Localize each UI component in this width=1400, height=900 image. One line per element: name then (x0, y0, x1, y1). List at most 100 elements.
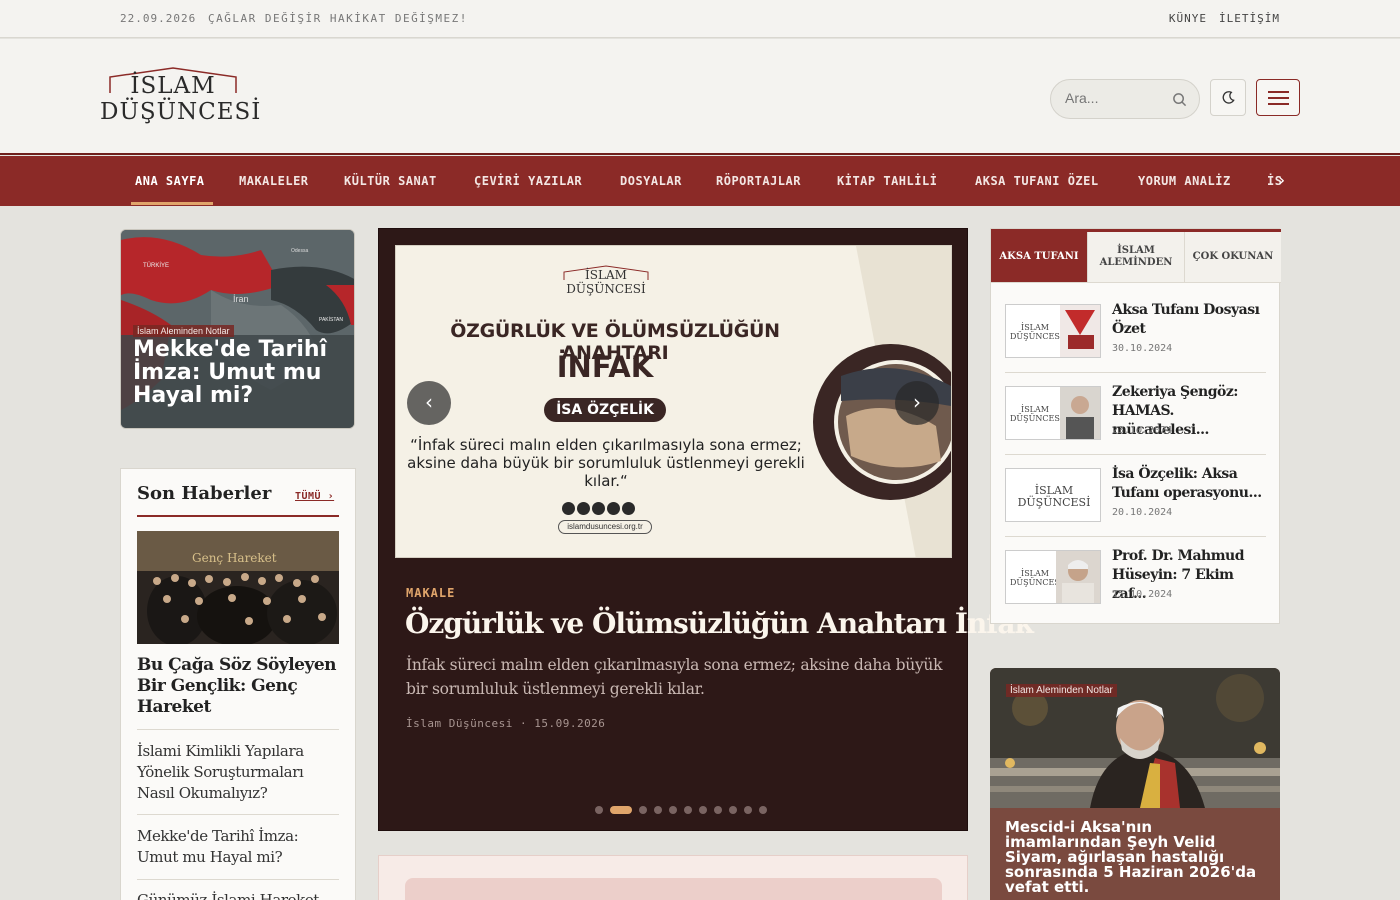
nav-kitap-tahlili[interactable]: KİTAP TAHLİLİ (837, 174, 937, 188)
slide-meta: İslam Düşüncesi · 15.09.2026 (406, 717, 606, 730)
son-haberler-panel: Son Haberler TÜMÜ › Genç Hareket Bu Çağa… (120, 468, 356, 900)
menu-bar-icon (1268, 91, 1289, 93)
site-header: İSLAM DÜŞÜNCESİ (0, 39, 1400, 154)
nav-kultur-sanat[interactable]: KÜLTÜR SANAT (344, 174, 437, 188)
slide-author-badge: İSA ÖZÇELİK (544, 398, 666, 422)
nav-scroll-right-icon[interactable]: › (1278, 170, 1285, 191)
nav-ceviri-yazilar[interactable]: ÇEVİRİ YAZILAR (474, 174, 582, 188)
slider-dots (595, 806, 767, 814)
nav-makaleler[interactable]: MAKALELER (239, 174, 309, 188)
menu-bar-icon (1268, 97, 1289, 99)
tab-post-item[interactable]: İSLAM DÜŞÜNCESİ İsa Özçelik: Aksa Tufanı… (1005, 461, 1268, 537)
site-motto: ÇAĞLAR DEĞİŞİR HAKİKAT DEĞİŞMEZ! (208, 12, 468, 25)
featured-left-card[interactable]: TÜRKİYE PAKİSTAN Odessa İran İslam Alemi… (120, 229, 355, 429)
post-thumbnail[interactable]: İSLAM DÜŞÜNCESİ (1005, 386, 1101, 440)
category-badge[interactable]: İslam Aleminden Notlar (1006, 684, 1117, 697)
nav-yorum-analiz[interactable]: YORUM ANALİZ (1138, 174, 1231, 188)
post-title[interactable]: İsa Özçelik: Aksa Tufanı operasyonu... (1112, 465, 1268, 503)
nav-aksa-tufani-ozel[interactable]: AKSA TUFANI ÖZEL (975, 174, 1099, 188)
tab-aksa-tufani[interactable]: AKSA TUFANI (991, 232, 1088, 283)
category-badge[interactable]: İslam Aleminden Notlar (133, 325, 234, 337)
slide-quote: “İnfak süreci malın elden çıkarılmasıyla… (407, 436, 805, 490)
tab-islam-aleminden[interactable]: İSLAM ALEMİNDEN (1088, 232, 1185, 283)
news-list-item[interactable]: Mekke'de Tarihî İmza: Umut mu Hayal mi? (137, 826, 339, 868)
heading-underline (137, 515, 339, 517)
featured-title[interactable]: Mekke'de Tarihî İmza: Umut mu Hayal mi? (133, 338, 348, 407)
hamburger-menu-button[interactable] (1256, 79, 1300, 116)
top-bar: 22.09.2026 ÇAĞLAR DEĞİŞİR HAKİKAT DEĞİŞM… (0, 0, 1400, 38)
divider (137, 814, 339, 815)
post-thumbnail[interactable]: İSLAM DÜŞÜNCESİ (1005, 550, 1101, 604)
logo-line-2: DÜŞÜNCESİ (100, 99, 262, 125)
nav-ana-sayfa[interactable]: ANA SAYFA (135, 174, 205, 188)
lead-news-image[interactable]: Genç Hareket (137, 531, 339, 644)
slider-dot[interactable] (684, 806, 692, 814)
tab-cok-okunan[interactable]: ÇOK OKUNAN (1185, 232, 1281, 283)
post-date: 30.10.2024 (1112, 343, 1173, 354)
kunye-link[interactable]: KÜNYE (1169, 12, 1207, 25)
slider-dot[interactable] (595, 806, 603, 814)
view-all-link[interactable]: TÜMÜ › (295, 491, 334, 502)
nav-top-border (0, 153, 1400, 155)
right-card-title[interactable]: Mescid-i Aksa'nın imamlarından Şeyh Veli… (1005, 820, 1273, 895)
svg-text:İran: İran (233, 294, 249, 304)
divider (1005, 454, 1266, 455)
thumb-logo-text: İSLAM DÜŞÜNCESİ (1017, 484, 1091, 509)
news-list-item[interactable]: İslami Kimlikli Yapılara Yönelik Soruştu… (137, 741, 339, 804)
slider-dot[interactable] (639, 806, 647, 814)
site-logo[interactable]: İSLAM DÜŞÜNCESİ (100, 65, 262, 129)
slider-dot[interactable] (669, 806, 677, 814)
svg-text:Odessa: Odessa (291, 248, 308, 254)
slide-subhead: İNFAK (556, 350, 654, 384)
slide-category[interactable]: MAKALE (406, 586, 455, 600)
search-input[interactable] (1065, 90, 1165, 106)
tab-post-item[interactable]: İSLAM DÜŞÜNCESİ Prof. Dr. Mahmud Hüseyin… (1005, 543, 1267, 615)
news-list-item[interactable]: Günümüz İslami Hareket (137, 890, 339, 900)
svg-text:TÜRKİYE: TÜRKİYE (143, 262, 169, 269)
post-thumbnail[interactable]: İSLAM DÜŞÜNCESİ (1005, 304, 1101, 358)
slide-url: islamdusuncesi.org.tr (558, 520, 652, 534)
slider-dot[interactable] (729, 806, 737, 814)
nav-dosyalar[interactable]: DOSYALAR (620, 174, 682, 188)
nav-roportajlar[interactable]: RÖPORTAJLAR (716, 174, 801, 188)
svg-text:Genç Hareket: Genç Hareket (192, 551, 277, 565)
divider (137, 879, 339, 880)
slide-image[interactable]: İSLAM DÜŞÜNCESİ ÖZGÜRLÜK VE ÖLÜMSÜZLÜĞÜN… (395, 245, 952, 558)
iletisim-link[interactable]: İLETİŞİM (1219, 12, 1280, 25)
nsosyal-icon (622, 502, 635, 515)
lower-card-inner (405, 878, 942, 900)
right-news-card[interactable]: İslam Aleminden Notlar Mescid-i Aksa'nın… (990, 668, 1280, 900)
thumb-logo-text: İSLAM DÜŞÜNCESİ (1010, 569, 1063, 587)
lower-content-card (378, 855, 968, 900)
slider-dot[interactable] (714, 806, 722, 814)
search-icon[interactable] (1172, 92, 1187, 107)
search-box (1050, 79, 1200, 119)
social-icons (562, 502, 635, 515)
tab-post-item[interactable]: İSLAM DÜŞÜNCESİ Zekeriya Şengöz: HAMAS. … (1005, 379, 1267, 455)
slider-next-button[interactable]: › (895, 381, 939, 425)
slider-dot[interactable] (654, 806, 662, 814)
slider-dot[interactable] (744, 806, 752, 814)
top-links: KÜNYE İLETİŞİM (1169, 12, 1280, 25)
slide-title[interactable]: Özgürlük ve Ölümsüzlüğün Anahtarı İnfak (405, 607, 1034, 640)
slider-dot[interactable] (610, 806, 632, 814)
lead-news-title[interactable]: Bu Çağa Söz Söyleyen Bir Gençlik: Genç H… (137, 655, 339, 718)
slider-dot[interactable] (759, 806, 767, 814)
slide-logo-line-2: DÜŞÜNCESİ (566, 282, 646, 296)
slide-background (396, 246, 951, 557)
divider (137, 729, 339, 730)
post-title[interactable]: Aksa Tufanı Dosyası Özet (1112, 301, 1268, 339)
facebook-icon (592, 502, 605, 515)
main-nav: ANA SAYFA MAKALELER KÜLTÜR SANAT ÇEVİRİ … (0, 156, 1400, 206)
tab-bar: AKSA TUFANI İSLAM ALEMİNDEN ÇOK OKUNAN (991, 229, 1281, 283)
main-slider: İSLAM DÜŞÜNCESİ ÖZGÜRLÜK VE ÖLÜMSÜZLÜĞÜN… (378, 228, 1034, 831)
menu-bar-icon (1268, 103, 1289, 105)
divider (1005, 372, 1266, 373)
theme-toggle-button[interactable] (1210, 79, 1246, 116)
tab-post-item[interactable]: İSLAM DÜŞÜNCESİ Aksa Tufanı Dosyası Özet… (1005, 297, 1268, 373)
slider-prev-button[interactable]: ‹ (407, 381, 451, 425)
nav-active-indicator (131, 202, 213, 205)
slider-dot[interactable] (699, 806, 707, 814)
current-date: 22.09.2026 (120, 12, 197, 25)
post-thumbnail[interactable]: İSLAM DÜŞÜNCESİ (1005, 468, 1101, 522)
